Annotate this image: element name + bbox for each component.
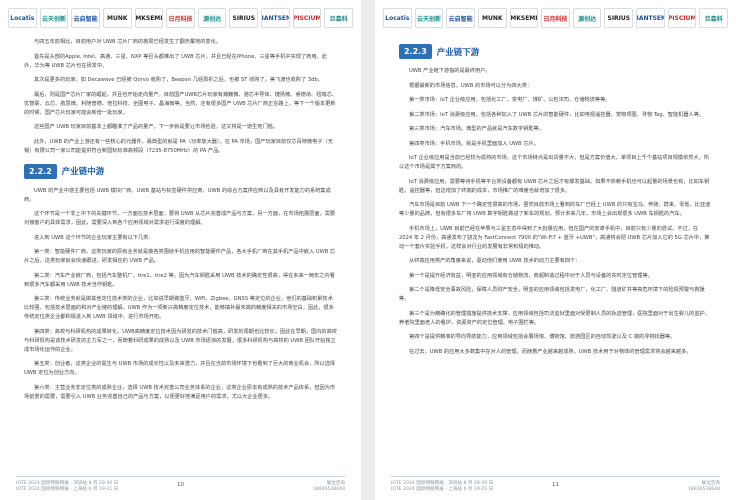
sponsor-logo-bar: Locatis云天创新云启智能MUNKMKSEMI日月科技源创达SIRIUSGI…	[383, 8, 729, 28]
sponsor-logo: GIANTSEMI	[261, 8, 290, 28]
left-page-content: 与四五年前相比，目前用户对 UWB 芯片厂商的格局已经发生了翻天覆地的变化。首先…	[24, 38, 337, 470]
sponsor-logo: MUNK	[477, 8, 507, 28]
sponsor-logo: 日月科技	[541, 8, 570, 28]
page-number: 11	[552, 482, 559, 488]
footer-contact: 展位咨询 18926538648	[313, 481, 345, 493]
body-paragraph: 与四五年前相比，目前用户对 UWB 芯片厂商的格局已经发生了翻天覆地的变化。	[34, 39, 221, 45]
document-spread: Locatis云天创新云启智能MUNKMKSEMI日月科技源创达SIRIUSGI…	[0, 0, 736, 500]
footer-event-line: IOTE 2024 国际物联网展 · 上海站 6 月 19-21 日	[16, 487, 119, 492]
body-paragraph: 在过去，UWB 的应用大多数集中在对人的管理，而随着产业越来越成熟，UWB 技术…	[409, 348, 692, 355]
section-heading-downstream: 2.2.3 产业链下游	[399, 44, 712, 59]
body-paragraph: IoT 消费级应用，需要等待手机等平台类设备都有 UWB 芯片之后才有爆发基础。…	[399, 178, 710, 194]
body-paragraph: 第一个是提升经济效益，明亚的应用领域有仓储物流，商超制造过程中对于人员与设备的实…	[409, 272, 653, 279]
right-page-content: 2.2.3 产业链下游 UWB 产业链下游指的是最终用户。根据最新的市场信息，U…	[399, 40, 712, 470]
left-page: Locatis云天创新云启智能MUNKMKSEMI日月科技源创达SIRIUSGI…	[0, 0, 361, 500]
body-paragraph: 第四类市场：手机市场。就是手机里面加入 UWB 芯片。	[409, 140, 539, 147]
sponsor-logo: 巨森科	[324, 8, 354, 28]
body-paragraph: 第二类市场：IoT 消费级应用。包括各种加入了 UWB 芯片的智能硬件，比如电视…	[409, 111, 705, 118]
footer-contact-phone: 18926538648	[312, 487, 345, 492]
body-paragraph: 其次是更多的玩家，如 Decawave 已经被 Qorvo 收购了，Beepon…	[34, 77, 323, 83]
sponsor-logo: 源创达	[572, 8, 602, 28]
sponsor-logo: MUNK	[102, 8, 132, 28]
sponsor-logo: Locatis	[383, 8, 412, 28]
sponsor-logo: PISCIUM	[667, 8, 697, 28]
section-heading-midstream: 2.2.2 产业链中游	[24, 163, 337, 179]
footer-event-line: IOTE 2024 国际物联网展 · 上海站 6 月 19-21 日	[391, 487, 494, 492]
body-paragraph: 手机市场上，UWB 目前已经在苹果与三星生态中得到了大批量应用，但在国产的安卓手…	[399, 225, 710, 250]
body-paragraph: 第二个是降低安全事故风险，保障人员财产安全，明亚的应用领域包括发电厂、化工厂、隧…	[399, 287, 705, 302]
footer-event-info: IOTE 2024 国际物联网展 · 深圳站 8 月 28-30 日 IOTE …	[391, 481, 493, 493]
sponsor-logo: GIANTSEMI	[636, 8, 665, 28]
body-paragraph: IoT 企业级应用是当前已经较为成熟的市场，这个市场特点是出货量不大，但是方案价…	[399, 155, 710, 170]
sponsor-logo: 云启智能	[446, 8, 475, 28]
page-footer: IOTE 2024 国际物联网展 · 深圳站 8 月 28-30 日 IOTE …	[391, 476, 720, 494]
body-paragraph: 进入到 UWB 这个环节的企业玩家主要有以下几类：	[34, 234, 154, 241]
sponsor-logo: Locatis	[8, 8, 37, 28]
body-paragraph: 根据最新的市场信息，UWB 的市场可以分为四大类：	[409, 82, 533, 89]
footer-contact: 展位咨询 18926538648	[688, 481, 720, 493]
sponsor-logo: PISCIUM	[292, 8, 322, 28]
sponsor-logo: 巨森科	[699, 8, 729, 28]
sponsor-logo: 云启智能	[71, 8, 100, 28]
sponsor-logo: 云天创新	[414, 8, 444, 28]
body-paragraph: 第四个是提供精准的导向导航能力，应用领域包括会展场馆、博物馆、旅游园区的自动驾驶…	[409, 334, 676, 340]
sponsor-logo: 云天创新	[39, 8, 69, 28]
page-number: 10	[177, 482, 184, 488]
body-paragraph: 第一类：智能硬件厂商，这类玩家的原有业务就是做各类围绕手机应用的智能硬件产品，各…	[24, 249, 336, 264]
page-footer: IOTE 2024 国际物联网展 · 深圳站 8 月 28-30 日 IOTE …	[16, 476, 345, 494]
sponsor-logo: MKSEMI	[134, 8, 164, 28]
body-paragraph: 最后，则是国产芯片厂家的崛起，并且也开始走向量产。目前国产UWB芯片玩家有瀚巍微…	[24, 91, 337, 116]
body-paragraph: 第六类：主营业务非定位类的成熟企业，选择 UWB 技术完善公司业务体系的企业，这…	[24, 384, 336, 400]
sponsor-logo: 源创达	[197, 8, 227, 28]
body-paragraph: 汽车市场是目前 UWB 下一个确定性很高的市场，虽然目前市场上看到的车厂已经上 …	[399, 202, 711, 217]
section-title: 产业链中游	[61, 167, 105, 177]
body-paragraph: 第二类：汽车产业链厂商，包括汽车整机厂、tire1、tire2 等，因为汽车钥匙…	[24, 272, 335, 288]
body-paragraph: 这些国产 UWB 玩家目前基本上都瞄准了产品的量产。下一步就是要让市场检验，这又…	[34, 124, 279, 130]
sponsor-logo: SIRIUS	[604, 8, 634, 28]
body-paragraph: 第三类：传统业务就是做其他定位技术类的企业，比如说早期做蓝牙、WiFi、Zigb…	[24, 296, 334, 320]
body-paragraph: 此外，UWB 的产业上游还有一些核心的元器件。最典型的就是 PA（功率放大器）。…	[24, 138, 333, 154]
footer-contact-phone: 18926538648	[687, 487, 720, 492]
body-paragraph: 第一类市场：IoT 企业级应用。包括化工厂、变电厂、煤矿、公检法司、仓储物流等等…	[409, 97, 611, 103]
body-paragraph: 第五类：创业者，这类企业的诞生与 UWB 市场的成长性以及未来潜力，并且在当前市…	[24, 361, 336, 376]
sponsor-logo: SIRIUS	[229, 8, 259, 28]
body-paragraph: 第四类：高校与科研机构的成果转化，UWB高精度定位技术因为研发的技术门槛高，研发…	[24, 328, 337, 353]
sponsor-logo-bar: Locatis云天创新云启智能MUNKMKSEMI日月科技源创达SIRIUSGI…	[8, 8, 354, 28]
body-paragraph: UWB 的产业中游主要包括 UWB 模块厂商、UWB 基站与标签硬件供应商、UW…	[24, 187, 331, 203]
body-paragraph: 这个环节是一个非上中下的关键环节，一方面在技术层面，要将 UWB 从芯片完善成产…	[24, 211, 336, 226]
footer-event-info: IOTE 2024 国际物联网展 · 深圳站 8 月 28-30 日 IOTE …	[16, 481, 118, 493]
section-number: 2.2.2	[24, 163, 57, 179]
sponsor-logo: MKSEMI	[509, 8, 539, 28]
body-paragraph: 第三个是为精确化的管理措施提供技术支撑，应用领域包括司法监狱里面对受限制人员的轨…	[399, 310, 710, 326]
sponsor-logo: 日月科技	[166, 8, 195, 28]
body-paragraph: 第三类市场：汽车市场。典型的产品就是汽车数字钥匙等。	[409, 126, 544, 132]
section-number: 2.2.3	[399, 44, 432, 59]
body-paragraph: 从终端应用类产的角度来说，驱动他们使用 UWB 技术的动力主要有四个：	[409, 258, 581, 264]
body-paragraph: UWB 产业链下游指的是最终用户。	[409, 68, 491, 74]
right-page: Locatis云天创新云启智能MUNKMKSEMI日月科技源创达SIRIUSGI…	[375, 0, 736, 500]
section-title: 产业链下游	[436, 47, 480, 58]
body-paragraph: 首先是头部的Apple, Intel、高通、三星、NXP 等巨头都推出了 UWB…	[24, 53, 327, 69]
